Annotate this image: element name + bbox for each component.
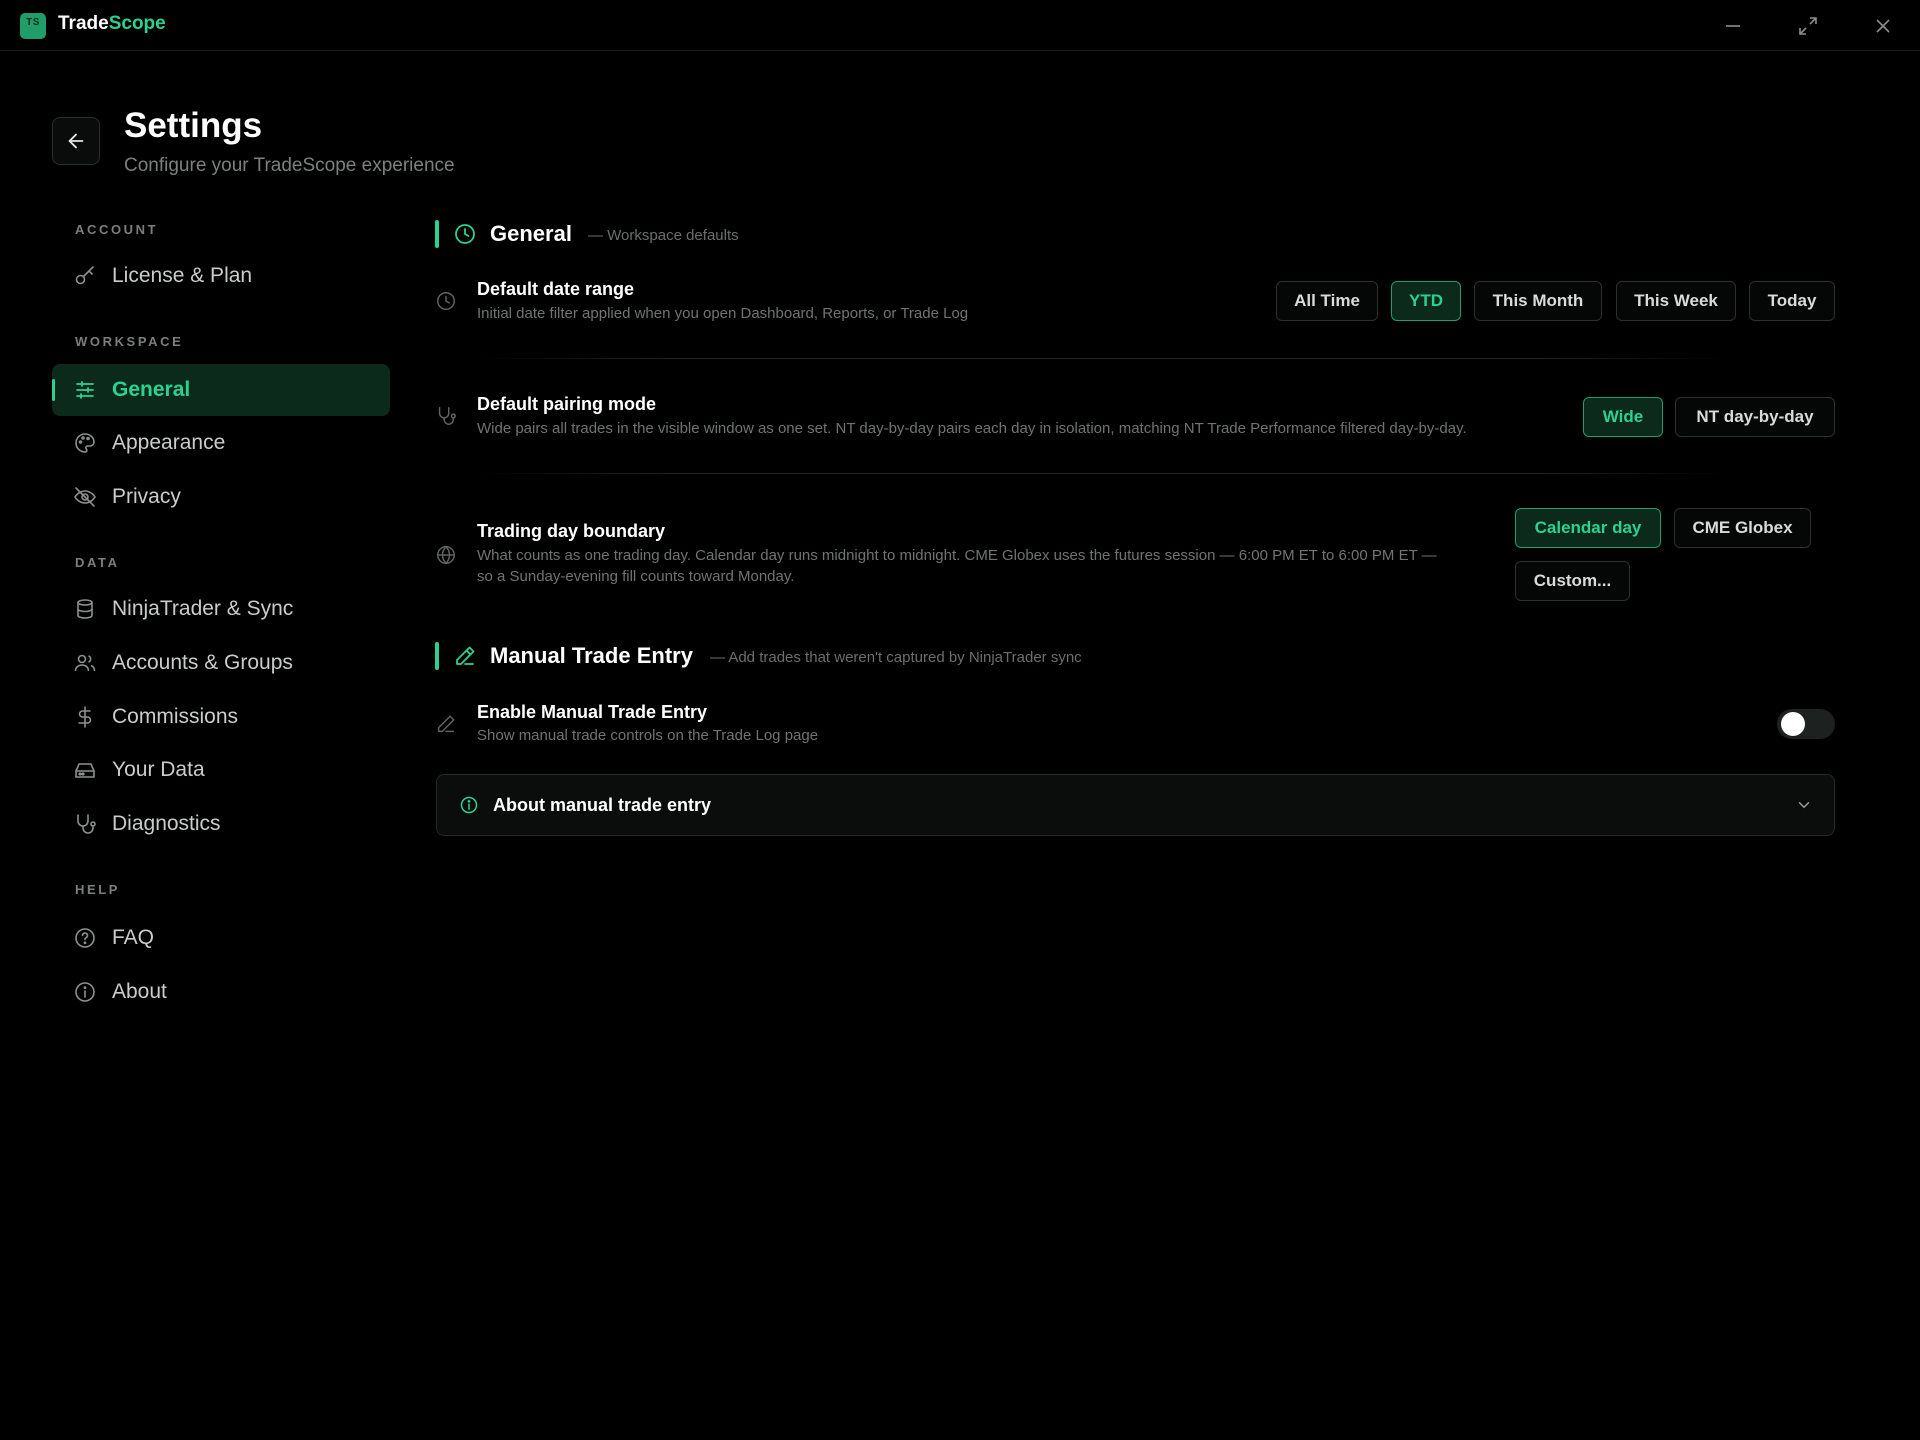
about-manual-accordion[interactable]: About manual trade entry bbox=[436, 774, 1835, 836]
day-boundary-description: What counts as one trading day. Calendar… bbox=[477, 545, 1437, 587]
row-divider bbox=[477, 473, 1727, 474]
page-subtitle: Configure your TradeScope experience bbox=[124, 155, 455, 176]
sidebar-item-label: NinjaTrader & Sync bbox=[112, 597, 294, 620]
key-icon bbox=[73, 264, 97, 288]
date-range-option-ytd[interactable]: YTD bbox=[1391, 281, 1461, 321]
toggle-knob bbox=[1781, 712, 1805, 736]
boundary-option-custom[interactable]: Custom... bbox=[1515, 561, 1630, 601]
clock-icon bbox=[453, 222, 477, 246]
maximize-icon[interactable] bbox=[1796, 14, 1820, 38]
section-title: General bbox=[490, 221, 572, 246]
sidebar-section-account: ACCOUNT bbox=[75, 222, 159, 237]
hard-drive-icon bbox=[73, 758, 97, 782]
section-description: — Add trades that weren't captured by Ni… bbox=[710, 649, 1082, 666]
section-description: — Workspace defaults bbox=[588, 227, 739, 244]
enable-manual-toggle[interactable] bbox=[1777, 709, 1835, 739]
sliders-icon bbox=[73, 378, 97, 402]
pairing-mode-label: Default pairing mode bbox=[477, 394, 657, 414]
date-range-option-today[interactable]: Today bbox=[1749, 281, 1835, 321]
sidebar-item-ninjatrader-sync[interactable]: NinjaTrader & Sync bbox=[52, 583, 390, 635]
sidebar-item-label: FAQ bbox=[112, 926, 155, 949]
sidebar-item-appearance[interactable]: Appearance bbox=[52, 417, 390, 469]
sidebar-item-label: Commissions bbox=[112, 705, 239, 728]
chevron-down-icon bbox=[1795, 796, 1813, 814]
app-name-part-2: Scope bbox=[108, 13, 166, 34]
pairing-mode-description: Wide pairs all trades in the visible win… bbox=[477, 420, 1467, 437]
sidebar-item-label: Appearance bbox=[112, 431, 226, 454]
pencil-icon bbox=[435, 713, 457, 735]
day-boundary-description-line-2: so a Sunday-evening fill counts toward M… bbox=[477, 568, 795, 585]
section-title: Manual Trade Entry bbox=[490, 643, 693, 668]
date-range-option-this-month[interactable]: This Month bbox=[1474, 281, 1602, 321]
database-icon bbox=[73, 597, 97, 621]
stethoscope-icon bbox=[73, 812, 97, 836]
sidebar-item-label: About bbox=[112, 980, 167, 1003]
section-accent-bar bbox=[435, 642, 439, 670]
sidebar-item-label: Your Data bbox=[112, 758, 205, 781]
info-icon bbox=[73, 980, 97, 1004]
date-range-option-all-time[interactable]: All Time bbox=[1276, 281, 1378, 321]
row-divider bbox=[477, 358, 1727, 359]
sidebar-item-label: License & Plan bbox=[112, 264, 253, 287]
back-button[interactable] bbox=[52, 117, 100, 165]
arrow-left-icon bbox=[65, 130, 87, 152]
sidebar-item-commissions[interactable]: Commissions bbox=[52, 691, 390, 743]
palette-icon bbox=[73, 431, 97, 455]
title-bar: TS TradeScope bbox=[0, 0, 1920, 51]
date-range-label: Default date range bbox=[477, 279, 635, 299]
enable-manual-label: Enable Manual Trade Entry bbox=[477, 702, 708, 722]
sidebar-item-about[interactable]: About bbox=[52, 966, 390, 1018]
boundary-option-calendar-day[interactable]: Calendar day bbox=[1515, 508, 1661, 548]
dollar-icon bbox=[73, 705, 97, 729]
app-name: TradeScope bbox=[58, 13, 166, 35]
pairing-option-nt-day-by-day[interactable]: NT day-by-day bbox=[1675, 397, 1835, 437]
clock-icon bbox=[435, 290, 457, 312]
sidebar-item-privacy[interactable]: Privacy bbox=[52, 471, 390, 523]
app-logo: TS bbox=[20, 13, 46, 39]
day-boundary-label: Trading day boundary bbox=[477, 521, 666, 541]
globe-icon bbox=[435, 544, 457, 566]
sidebar-section-data: DATA bbox=[75, 555, 120, 570]
sidebar-item-label: Diagnostics bbox=[112, 812, 221, 835]
close-icon[interactable] bbox=[1871, 14, 1895, 38]
stethoscope-icon bbox=[435, 405, 457, 427]
date-range-description: Initial date filter applied when you ope… bbox=[477, 305, 969, 322]
sidebar-item-accounts-groups[interactable]: Accounts & Groups bbox=[52, 637, 390, 689]
minimize-icon[interactable] bbox=[1721, 14, 1745, 38]
sidebar-item-general[interactable]: General bbox=[52, 364, 390, 416]
section-manual-header: Manual Trade Entry — Add trades that wer… bbox=[435, 642, 1335, 672]
sidebar-item-label: Privacy bbox=[112, 485, 181, 508]
date-range-option-this-week[interactable]: This Week bbox=[1616, 281, 1736, 321]
sidebar-item-label: Accounts & Groups bbox=[112, 651, 293, 674]
enable-manual-description: Show manual trade controls on the Trade … bbox=[477, 727, 819, 744]
accordion-label: About manual trade entry bbox=[493, 795, 712, 815]
sidebar-section-workspace: WORKSPACE bbox=[75, 334, 184, 349]
help-circle-icon bbox=[73, 926, 97, 950]
sidebar-item-your-data[interactable]: Your Data bbox=[52, 744, 390, 796]
sidebar-section-help: HELP bbox=[75, 882, 121, 897]
app-name-part-1: Trade bbox=[58, 13, 109, 34]
sidebar-item-license[interactable]: License & Plan bbox=[52, 250, 390, 302]
sidebar-item-label: General bbox=[112, 378, 191, 401]
day-boundary-description-line-1: What counts as one trading day. Calendar… bbox=[477, 547, 1437, 564]
pencil-icon bbox=[453, 644, 477, 668]
users-icon bbox=[73, 651, 97, 675]
eye-off-icon bbox=[73, 485, 97, 509]
section-general-header: General — Workspace defaults bbox=[435, 220, 835, 250]
info-icon bbox=[459, 795, 479, 815]
section-accent-bar bbox=[435, 220, 439, 248]
pairing-option-wide[interactable]: Wide bbox=[1583, 397, 1663, 437]
page-title: Settings bbox=[124, 106, 263, 145]
sidebar-item-diagnostics[interactable]: Diagnostics bbox=[52, 798, 390, 850]
sidebar-item-faq[interactable]: FAQ bbox=[52, 912, 390, 964]
boundary-option-cme-globex[interactable]: CME Globex bbox=[1674, 508, 1811, 548]
